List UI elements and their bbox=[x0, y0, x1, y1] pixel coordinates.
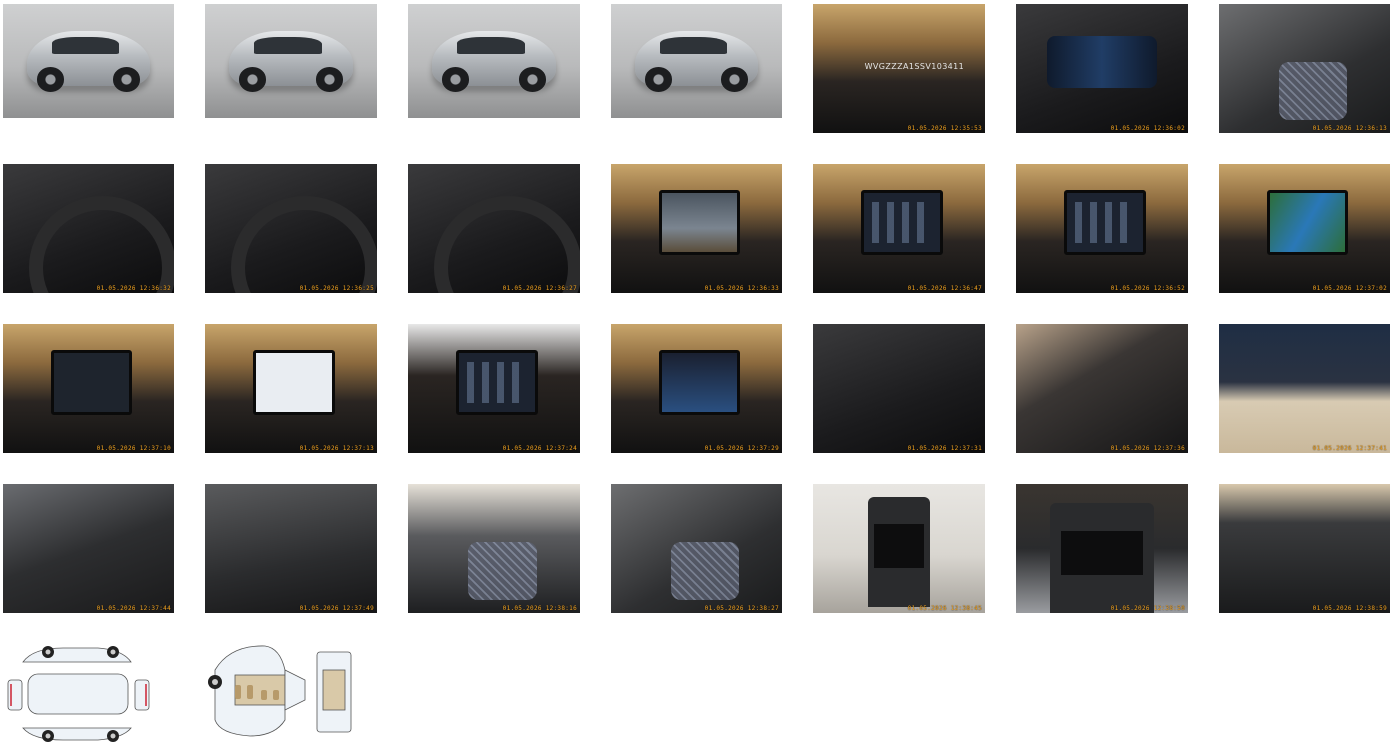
photo-timestamp: 01.05.2026 12:37:49 bbox=[299, 605, 374, 612]
photo-timestamp: 01.05.2026 12:38:50 bbox=[1110, 605, 1185, 612]
infotainment-screen bbox=[253, 349, 335, 416]
photo-front-interior[interactable]: 01.05.2026 12:38:16 bbox=[408, 484, 580, 613]
interior-diagram-svg bbox=[208, 645, 352, 737]
steering-wheel-shape bbox=[433, 196, 580, 293]
photo-timestamp: 01.05.2026 12:36:33 bbox=[704, 285, 779, 292]
photo-key-on-seat[interactable]: 01.05.2026 12:36:13 bbox=[1219, 4, 1390, 133]
car-illustration bbox=[229, 31, 353, 92]
photo-steering-wheel[interactable]: 01.05.2026 12:36:32 bbox=[3, 164, 174, 293]
photo-rear-open-tailgate[interactable]: 01.05.2026 12:38:45 bbox=[813, 484, 985, 613]
photo-light-switch-pedals[interactable]: 01.05.2026 12:37:44 bbox=[3, 484, 174, 613]
photo-timestamp: 01.05.2026 12:36:27 bbox=[502, 285, 577, 292]
infotainment-screen bbox=[658, 189, 741, 256]
infotainment-screen bbox=[50, 349, 133, 416]
photo-rear-camera-screen[interactable]: 01.05.2026 12:36:33 bbox=[611, 164, 782, 293]
photo-timestamp: 01.05.2026 12:38:16 bbox=[502, 605, 577, 612]
photo-timestamp: 01.05.2026 12:37:31 bbox=[907, 445, 982, 452]
infotainment-screen bbox=[1064, 189, 1146, 256]
photo-timestamp: 01.05.2026 12:38:45 bbox=[907, 605, 982, 612]
photo-timestamp: 01.05.2026 12:35:53 bbox=[907, 125, 982, 132]
photo-infotainment-assist[interactable]: 01.05.2026 12:37:02 bbox=[1219, 164, 1390, 293]
photo-timestamp: 01.05.2026 12:37:13 bbox=[299, 445, 374, 452]
photo-rear-seats[interactable]: 01.05.2026 12:38:27 bbox=[611, 484, 782, 613]
infotainment-screen bbox=[658, 349, 741, 416]
photo-exterior-rear-right[interactable] bbox=[408, 4, 580, 118]
car-illustration bbox=[26, 31, 151, 92]
photo-instrument-cluster[interactable]: 01.05.2026 12:36:02 bbox=[1016, 4, 1188, 133]
photo-boot-space[interactable]: 01.05.2026 12:38:50 bbox=[1016, 484, 1188, 613]
photo-steering-controls-left[interactable]: 01.05.2026 12:36:25 bbox=[205, 164, 377, 293]
photo-exterior-rear-left[interactable] bbox=[205, 4, 377, 118]
photo-timestamp: 01.05.2026 12:36:52 bbox=[1110, 285, 1185, 292]
photo-infotainment-menu[interactable]: 01.05.2026 12:36:47 bbox=[813, 164, 985, 293]
photo-exterior-front-left[interactable] bbox=[3, 4, 174, 118]
infotainment-screen bbox=[456, 349, 538, 416]
photo-infotainment-climate[interactable]: 01.05.2026 12:37:29 bbox=[611, 324, 782, 453]
photo-timestamp: 01.05.2026 12:37:29 bbox=[704, 445, 779, 452]
car-illustration bbox=[634, 31, 759, 92]
exterior-diagram-svg bbox=[7, 646, 150, 742]
boot-opening bbox=[868, 496, 930, 607]
photo-timestamp: 01.05.2026 12:38:27 bbox=[704, 605, 779, 612]
photo-climate-controls[interactable]: 01.05.2026 12:37:31 bbox=[813, 324, 985, 453]
steering-wheel-shape bbox=[230, 196, 377, 293]
photo-timestamp: 01.05.2026 12:37:44 bbox=[96, 605, 171, 612]
photo-timestamp: 01.05.2026 12:36:13 bbox=[1312, 125, 1387, 132]
cluster-display bbox=[1046, 36, 1158, 88]
photo-gallery: WVGZZZA1SSV103411 01.05.2026 12:35:53 01… bbox=[0, 0, 1399, 742]
photo-infotainment-home[interactable]: 01.05.2026 12:37:24 bbox=[408, 324, 580, 453]
infotainment-screen bbox=[861, 189, 943, 256]
photo-steering-controls-right[interactable]: 01.05.2026 12:36:27 bbox=[408, 164, 580, 293]
photo-timestamp: 01.05.2026 12:37:24 bbox=[502, 445, 577, 452]
photo-timestamp: 01.05.2026 12:38:59 bbox=[1312, 605, 1387, 612]
photo-timestamp: 01.05.2026 12:36:25 bbox=[299, 285, 374, 292]
photo-infotainment-app-connect[interactable]: 01.05.2026 12:37:10 bbox=[3, 324, 174, 453]
infotainment-screen bbox=[1266, 189, 1349, 256]
exterior-damage-diagram[interactable] bbox=[3, 640, 154, 742]
photo-vin-plate[interactable]: WVGZZZA1SSV103411 01.05.2026 12:35:53 bbox=[813, 4, 985, 133]
photo-timestamp: 01.05.2026 12:36:47 bbox=[907, 285, 982, 292]
photo-gear-shifter[interactable]: 01.05.2026 12:37:36 bbox=[1016, 324, 1188, 453]
photo-door-panel[interactable]: 01.05.2026 12:37:49 bbox=[205, 484, 377, 613]
photo-timestamp: 01.05.2026 12:37:41 bbox=[1312, 445, 1387, 452]
interior-damage-diagram[interactable] bbox=[205, 640, 356, 742]
photo-timestamp: 01.05.2026 12:36:32 bbox=[96, 285, 171, 292]
photo-timestamp: 01.05.2026 12:37:02 bbox=[1312, 285, 1387, 292]
photo-timestamp: 01.05.2026 12:37:36 bbox=[1110, 445, 1185, 452]
photo-timestamp: 01.05.2026 12:36:02 bbox=[1110, 125, 1185, 132]
photo-infotainment-settings[interactable]: 01.05.2026 12:36:52 bbox=[1016, 164, 1188, 293]
steering-wheel-shape bbox=[28, 196, 174, 293]
photo-rear-view-mirror[interactable]: 01.05.2026 12:37:41 bbox=[1219, 324, 1390, 453]
photo-tailgate-interior[interactable]: 01.05.2026 12:38:59 bbox=[1219, 484, 1390, 613]
photo-infotainment-service[interactable]: 01.05.2026 12:37:13 bbox=[205, 324, 377, 453]
car-illustration bbox=[432, 31, 556, 92]
photo-timestamp: 01.05.2026 12:37:10 bbox=[96, 445, 171, 452]
boot-opening bbox=[1050, 503, 1154, 613]
vin-text: WVGZZZA1SSV103411 bbox=[864, 62, 965, 72]
photo-exterior-front-right[interactable] bbox=[611, 4, 782, 118]
